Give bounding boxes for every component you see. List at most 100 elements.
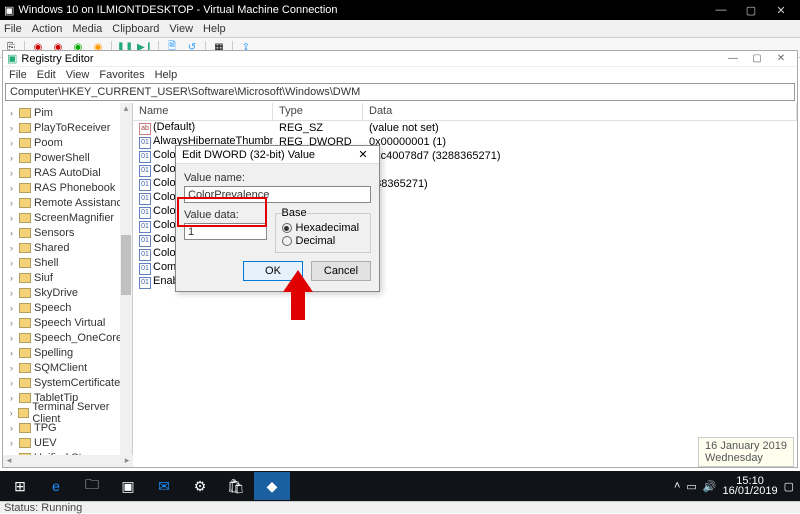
tree-item[interactable]: ›Shell	[7, 255, 132, 270]
regedit-menubar: File Edit View Favorites Help	[3, 67, 797, 83]
tree-item[interactable]: ›Remote Assistance	[7, 195, 132, 210]
regedit-minimize-button[interactable]: —	[721, 53, 745, 64]
tree-item-label: Speech	[34, 302, 71, 314]
edit-dword-dialog: Edit DWORD (32-bit) Value ✕ Value name: …	[175, 145, 380, 292]
tree-item-label: SQMClient	[34, 362, 87, 374]
folder-icon	[19, 258, 31, 268]
taskbar-terminal-icon[interactable]: ▣	[110, 472, 146, 500]
start-button[interactable]: ⊞	[2, 472, 38, 500]
list-header: Name Type Data	[133, 103, 797, 121]
taskbar-edge-icon[interactable]: e	[38, 472, 74, 500]
tree-item[interactable]: ›Speech_OneCore	[7, 330, 132, 345]
tree-horizontal-scrollbar[interactable]: ◂ ▸	[3, 455, 133, 467]
regedit-menu-file[interactable]: File	[9, 69, 27, 81]
taskbar-clock[interactable]: 15:10 16/01/2019	[723, 476, 778, 496]
vm-menu-action[interactable]: Action	[32, 23, 63, 35]
system-tray[interactable]: ˄ ▭ 🔊 15:10 16/01/2019 ▢	[674, 476, 798, 496]
radio-dec-icon[interactable]	[282, 236, 292, 246]
scroll-left-icon[interactable]: ◂	[3, 455, 15, 467]
scroll-thumb[interactable]	[121, 235, 131, 295]
tree-item[interactable]: ›UEV	[7, 435, 132, 450]
tree-item[interactable]: ›RAS AutoDial	[7, 165, 132, 180]
tree-item[interactable]: ›PowerShell	[7, 150, 132, 165]
regedit-menu-favorites[interactable]: Favorites	[99, 69, 144, 81]
vm-menu-media[interactable]: Media	[72, 23, 102, 35]
tree-item[interactable]: ›RAS Phonebook	[7, 180, 132, 195]
folder-icon	[19, 348, 31, 358]
regedit-menu-edit[interactable]: Edit	[37, 69, 56, 81]
folder-icon	[19, 138, 31, 148]
tree-item[interactable]: ›SystemCertificates	[7, 375, 132, 390]
reg-value-icon: 01	[139, 277, 151, 289]
taskbar[interactable]: ⊞ e 🗀 ▣ ✉ ⚙ 🛍 ◆ ˄ ▭ 🔊 15:10 16/01/2019 ▢	[0, 471, 800, 501]
tree-item[interactable]: ›Sensors	[7, 225, 132, 240]
vm-close-button[interactable]: ✕	[766, 4, 796, 17]
tree-item-label: Sensors	[34, 227, 74, 239]
taskbar-mail-icon[interactable]: ✉	[146, 472, 182, 500]
tree-item[interactable]: ›SkyDrive	[7, 285, 132, 300]
tree-vertical-scrollbar[interactable]: ▴▾	[120, 103, 132, 467]
tree-item[interactable]: ›Terminal Server Client	[7, 405, 132, 420]
reg-value-icon: 01	[139, 179, 151, 191]
tree-item-label: PowerShell	[34, 152, 90, 164]
tree-item[interactable]: ›Spelling	[7, 345, 132, 360]
reg-value-icon: 01	[139, 263, 151, 275]
tree-item-label: UEV	[34, 437, 57, 449]
tray-chevron-icon[interactable]: ˄	[674, 480, 680, 492]
tree-item[interactable]: ›Siuf	[7, 270, 132, 285]
vm-maximize-button[interactable]: ▢	[736, 4, 766, 17]
radio-hex-icon[interactable]	[282, 223, 292, 233]
regedit-tree[interactable]: ›Pim›PlayToReceiver›Poom›PowerShell›RAS …	[3, 103, 133, 467]
tree-item[interactable]: ›Speech Virtual	[7, 315, 132, 330]
reg-value-icon: 01	[139, 165, 151, 177]
regedit-close-button[interactable]: ✕	[769, 53, 793, 64]
value-name-input[interactable]	[184, 186, 371, 203]
folder-icon	[19, 273, 31, 283]
tree-item[interactable]: ›Shared	[7, 240, 132, 255]
vm-menu-help[interactable]: Help	[203, 23, 226, 35]
folder-icon	[19, 213, 31, 223]
vm-menu-view[interactable]: View	[169, 23, 193, 35]
regedit-maximize-button[interactable]: ▢	[745, 53, 769, 64]
folder-icon	[19, 168, 31, 178]
value-data-input[interactable]	[184, 223, 267, 240]
tree-item-label: TPG	[34, 422, 57, 434]
dialog-close-button[interactable]: ✕	[353, 148, 373, 161]
regedit-address-bar[interactable]: Computer\HKEY_CURRENT_USER\Software\Micr…	[5, 83, 795, 101]
col-header-name[interactable]: Name	[133, 103, 273, 120]
taskbar-app-icon[interactable]: ◆	[254, 472, 290, 500]
tree-item[interactable]: ›Pim	[7, 105, 132, 120]
tray-network-icon[interactable]: ▭	[686, 480, 696, 493]
tree-item[interactable]: ›Speech	[7, 300, 132, 315]
taskbar-store-icon[interactable]: 🛍	[218, 472, 254, 500]
regedit-title-text: Registry Editor	[21, 53, 93, 65]
vm-title-text: Windows 10 on ILMIONTDESKTOP - Virtual M…	[18, 4, 337, 16]
tree-item[interactable]: ›PlayToReceiver	[7, 120, 132, 135]
tree-item-label: RAS AutoDial	[34, 167, 101, 179]
tree-item[interactable]: ›ScreenMagnifier	[7, 210, 132, 225]
scroll-up-icon[interactable]: ▴	[120, 103, 132, 115]
reg-value-icon: ab	[139, 123, 151, 135]
list-row[interactable]: ab(Default)REG_SZ(value not set)	[133, 121, 797, 135]
vm-titlebar: ▣ Windows 10 on ILMIONTDESKTOP - Virtual…	[0, 0, 800, 20]
col-header-data[interactable]: Data	[363, 103, 797, 120]
tree-item[interactable]: ›Poom	[7, 135, 132, 150]
vm-menu-file[interactable]: File	[4, 23, 22, 35]
reg-value-icon: 01	[139, 137, 151, 149]
regedit-menu-view[interactable]: View	[66, 69, 90, 81]
tree-item[interactable]: ›SQMClient	[7, 360, 132, 375]
radio-hex[interactable]: Hexadecimal	[282, 222, 365, 234]
regedit-menu-help[interactable]: Help	[155, 69, 178, 81]
tray-volume-icon[interactable]: 🔊	[703, 480, 717, 493]
dialog-titlebar[interactable]: Edit DWORD (32-bit) Value ✕	[176, 146, 379, 164]
taskbar-settings-icon[interactable]: ⚙	[182, 472, 218, 500]
radio-dec[interactable]: Decimal	[282, 235, 365, 247]
tray-notifications-icon[interactable]: ▢	[784, 480, 794, 493]
scroll-right-icon[interactable]: ▸	[121, 455, 133, 467]
taskbar-explorer-icon[interactable]: 🗀	[74, 472, 110, 500]
col-header-type[interactable]: Type	[273, 103, 363, 120]
vm-minimize-button[interactable]: —	[706, 4, 736, 16]
cancel-button[interactable]: Cancel	[311, 261, 371, 281]
folder-icon	[19, 363, 31, 373]
vm-menu-clipboard[interactable]: Clipboard	[112, 23, 159, 35]
